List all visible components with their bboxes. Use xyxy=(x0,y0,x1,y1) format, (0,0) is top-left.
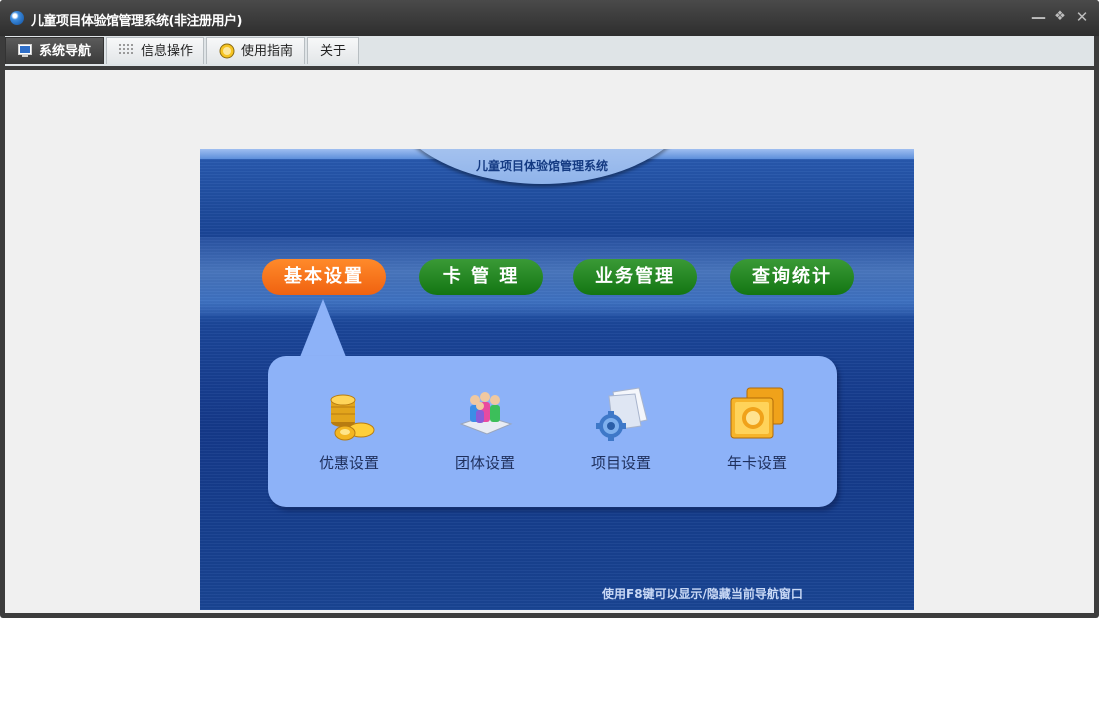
window-title: 儿童项目体验馆管理系统(非注册用户) xyxy=(31,14,242,29)
monitor-icon xyxy=(18,44,32,57)
tab-label: 关于 xyxy=(320,44,347,59)
minimize-icon[interactable]: — xyxy=(1031,10,1046,25)
tab-label: 使用指南 xyxy=(241,44,294,59)
app-logo-icon xyxy=(10,11,24,25)
tab-label: 信息操作 xyxy=(141,44,194,59)
restore-icon[interactable]: ❖ xyxy=(1053,10,1067,24)
menu-card-management[interactable]: 卡 管 理 xyxy=(419,259,543,295)
tab-about[interactable]: 关于 xyxy=(307,37,359,64)
navigation-panel: 儿童项目体验馆管理系统 基本设置 卡 管 理 业务管理 查询统计 优惠设置 团体… xyxy=(200,149,914,610)
menu-business-management[interactable]: 业务管理 xyxy=(573,259,697,295)
help-icon xyxy=(219,43,235,59)
panel-title: 儿童项目体验馆管理系统 xyxy=(475,159,608,173)
item-label: 团体设置 xyxy=(454,454,515,472)
group-icon xyxy=(459,392,513,435)
item-label: 项目设置 xyxy=(590,454,651,472)
item-group-settings[interactable]: 团体设置 xyxy=(430,386,540,486)
item-annual-card-settings[interactable]: 年卡设置 xyxy=(702,386,812,486)
grid-icon xyxy=(119,44,133,54)
tab-system-navigation[interactable]: 系统导航 xyxy=(5,37,104,64)
item-label: 年卡设置 xyxy=(726,454,787,472)
item-project-settings[interactable]: 项目设置 xyxy=(566,386,676,486)
submenu-pointer xyxy=(300,299,346,357)
tab-info-operation[interactable]: 信息操作 xyxy=(106,37,204,64)
gear-document-icon xyxy=(596,387,648,441)
gold-card-icon xyxy=(730,387,784,439)
title-bar: 儿童项目体验馆管理系统(非注册用户) — ❖ ✕ xyxy=(0,0,1099,36)
submenu-panel: 优惠设置 团体设置 项目设置 年卡设置 xyxy=(268,356,837,507)
tab-bar: 系统导航 信息操作 使用指南 关于 xyxy=(5,36,1094,66)
tab-user-guide[interactable]: 使用指南 xyxy=(206,37,305,64)
menu-basic-settings[interactable]: 基本设置 xyxy=(262,259,386,295)
item-label: 优惠设置 xyxy=(318,454,379,472)
coins-icon xyxy=(330,394,375,441)
hint-text: 使用F8键可以显示/隐藏当前导航窗口 xyxy=(602,587,803,601)
tab-label: 系统导航 xyxy=(39,44,92,59)
menu-query-statistics[interactable]: 查询统计 xyxy=(730,259,854,295)
item-discount-settings[interactable]: 优惠设置 xyxy=(294,386,404,486)
close-icon[interactable]: ✕ xyxy=(1075,10,1089,25)
